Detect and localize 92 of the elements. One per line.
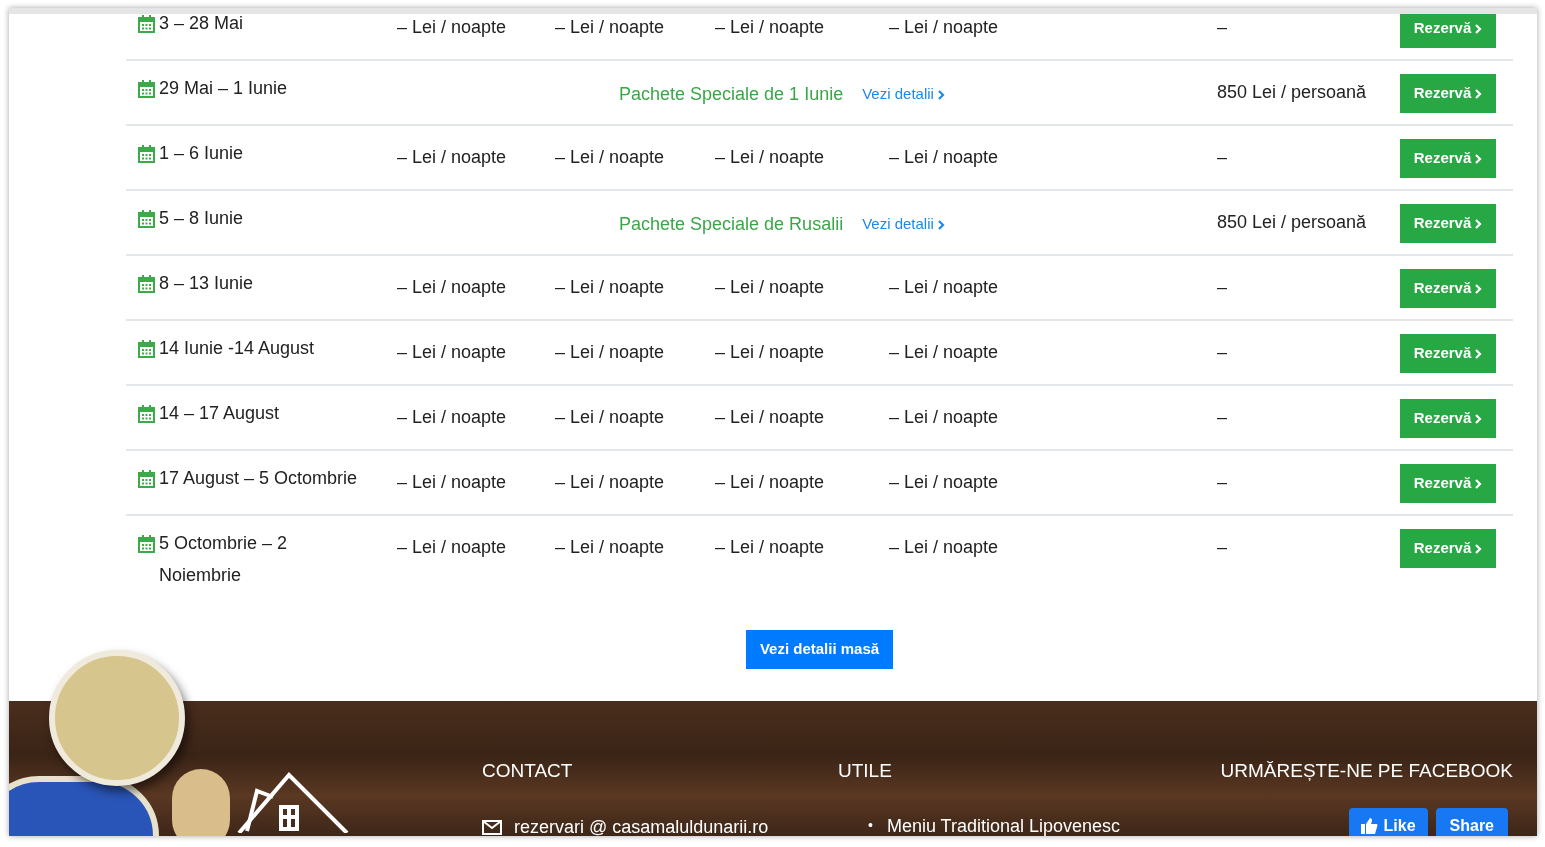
details-link[interactable]: Vezi detalii	[862, 83, 945, 106]
date-range: 5 – 8 Iunie	[159, 207, 245, 230]
chevron-right-icon	[1475, 88, 1483, 99]
price-per-person: –	[1217, 16, 1228, 39]
details-link[interactable]: Vezi detalii	[862, 213, 945, 236]
price-cell-text: – Lei / noapte	[397, 16, 508, 39]
share-button[interactable]: Share	[1435, 807, 1508, 836]
price-cell-text: – Lei / noapte	[397, 146, 508, 169]
contact-heading: CONTACT	[482, 759, 574, 783]
price-cell-text: – Lei / noapte	[715, 471, 826, 494]
price-per-person: –	[1217, 406, 1228, 429]
useful-link[interactable]: Meniu Traditional Lipovenesc	[886, 813, 1121, 836]
envelope-icon	[482, 819, 502, 835]
calendar-icon	[138, 15, 155, 33]
reserve-button[interactable]: Rezervă	[1400, 14, 1496, 48]
date-range: 1 – 6 Iunie	[159, 142, 245, 165]
date-range: 8 – 13 Iunie	[159, 272, 255, 295]
price-cell-text: – Lei / noapte	[555, 341, 666, 364]
date-range: 5 Octombrie – 2 Noiembrie	[159, 532, 289, 587]
price-per-person: –	[1217, 276, 1228, 299]
useful-heading: UTILE	[838, 759, 893, 783]
reserve-button[interactable]: Rezervă	[1400, 334, 1496, 373]
price-cell-text: – Lei / noapte	[555, 471, 666, 494]
spoon-drawing	[172, 769, 230, 836]
chevron-right-icon	[1475, 283, 1483, 294]
details-button[interactable]: Vezi detalii masă	[745, 630, 894, 669]
date-range: 29 Mai – 1 Iunie	[159, 77, 289, 100]
price-cell-text: – Lei / noapte	[715, 536, 826, 559]
price-per-person: –	[1217, 536, 1228, 559]
price-cell-text: – Lei / noapte	[555, 146, 666, 169]
price-per-person: –	[1217, 471, 1228, 494]
price-cell-text: – Lei / noapte	[889, 146, 1000, 169]
package-title: Pachete Speciale de 1 Iunie	[619, 83, 844, 106]
calendar-icon	[138, 470, 155, 488]
price-cell-text: – Lei / noapte	[397, 536, 508, 559]
chevron-right-icon	[937, 89, 945, 100]
price-cell-text: – Lei / noapte	[715, 146, 826, 169]
price-cell-text: – Lei / noapte	[715, 276, 826, 299]
calendar-icon	[138, 145, 155, 163]
price-cell-text: – Lei / noapte	[889, 276, 1000, 299]
chevron-right-icon	[1475, 543, 1483, 554]
price-cell-text: – Lei / noapte	[715, 341, 826, 364]
chevron-right-icon	[937, 219, 945, 230]
chevron-right-icon	[1475, 153, 1483, 164]
date-range: 14 Iunie -14 August	[159, 337, 316, 360]
date-range: 3 – 28 Mai	[159, 14, 245, 35]
price-cell-text: – Lei / noapte	[397, 341, 508, 364]
price-per-person: –	[1217, 146, 1228, 169]
chevron-right-icon	[1475, 218, 1483, 229]
thumbs-up-icon	[1360, 817, 1378, 834]
price-per-person: 850 Lei / persoană	[1217, 211, 1368, 234]
calendar-icon	[138, 340, 155, 358]
reserve-button[interactable]: Rezervă	[1400, 139, 1496, 178]
chevron-right-icon	[1475, 348, 1483, 359]
date-range: 14 – 17 August	[159, 402, 281, 425]
reserve-button[interactable]: Rezervă	[1400, 464, 1496, 503]
chevron-right-icon	[1475, 23, 1483, 34]
chevron-right-icon	[1475, 478, 1483, 489]
reserve-button[interactable]: Rezervă	[1400, 529, 1496, 568]
date-range: 17 August – 5 Octombrie	[159, 467, 359, 490]
calendar-icon	[138, 210, 155, 228]
calendar-icon	[138, 535, 155, 553]
chevron-right-icon	[1475, 413, 1483, 424]
price-cell-text: – Lei / noapte	[889, 471, 1000, 494]
price-cell-text: – Lei / noapte	[889, 406, 1000, 429]
price-cell-text: – Lei / noapte	[555, 276, 666, 299]
calendar-icon	[138, 405, 155, 423]
price-cell-text: – Lei / noapte	[555, 536, 666, 559]
reserve-button[interactable]: Rezervă	[1400, 74, 1496, 113]
calendar-icon	[138, 275, 155, 293]
price-cell-text: – Lei / noapte	[397, 471, 508, 494]
reserve-button[interactable]: Rezervă	[1400, 204, 1496, 243]
price-cell-text: – Lei / noapte	[555, 16, 666, 39]
bullet-mark: •	[868, 816, 873, 835]
price-cell-text: – Lei / noapte	[889, 16, 1000, 39]
price-cell-text: – Lei / noapte	[889, 341, 1000, 364]
price-cell-text: – Lei / noapte	[889, 536, 1000, 559]
house-logo-icon	[237, 771, 349, 833]
calendar-icon	[138, 80, 155, 98]
like-button[interactable]: Like	[1348, 807, 1428, 836]
price-cell-text: – Lei / noapte	[555, 406, 666, 429]
email-link[interactable]: rezervari @ casamaluldunarii.ro	[514, 813, 769, 836]
price-cell-text: – Lei / noapte	[715, 406, 826, 429]
price-per-person: –	[1217, 341, 1228, 364]
price-cell-text: – Lei / noapte	[715, 16, 826, 39]
reserve-button[interactable]: Rezervă	[1400, 399, 1496, 438]
package-title: Pachete Speciale de Rusalii	[619, 213, 844, 236]
price-per-person: 850 Lei / persoană	[1217, 81, 1368, 104]
reserve-button[interactable]: Rezervă	[1400, 269, 1496, 308]
facebook-heading: URMĂREȘTE-NE PE FACEBOOK	[1220, 759, 1513, 783]
price-cell-text: – Lei / noapte	[397, 406, 508, 429]
price-cell-text: – Lei / noapte	[397, 276, 508, 299]
